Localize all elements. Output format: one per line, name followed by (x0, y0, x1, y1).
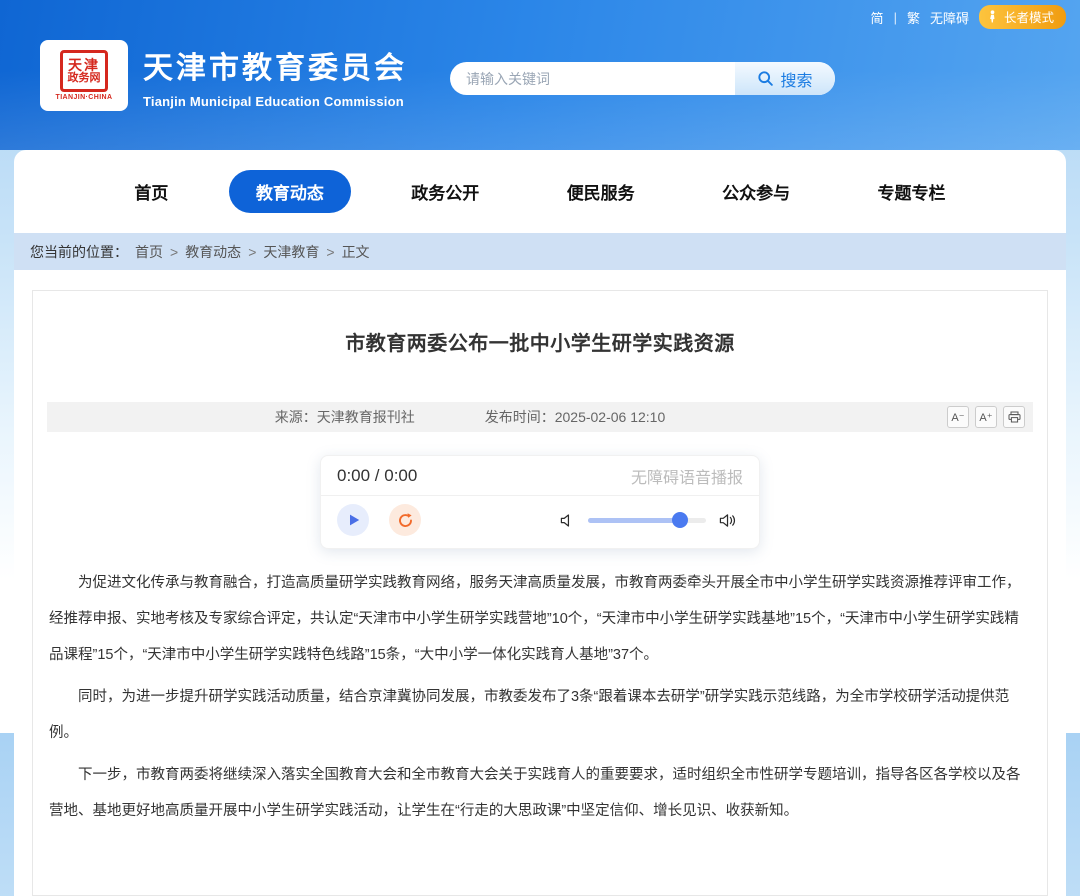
elder-mode-button[interactable]: 长者模式 (979, 5, 1066, 29)
search-button[interactable]: 搜索 (735, 62, 835, 95)
nav-item-public-participation[interactable]: 公众参与 (695, 170, 817, 213)
elder-person-icon (986, 10, 999, 23)
lang-simplified[interactable]: 简 (871, 8, 884, 27)
source-value: 天津教育报刊社 (317, 409, 415, 425)
logo-caption: TIANJIN·CHINA (56, 94, 113, 101)
player-controls (321, 495, 759, 548)
site-brand[interactable]: 天津 政务网 TIANJIN·CHINA 天津市教育委员会 Tianjin Mu… (40, 40, 407, 111)
breadcrumb-separator: > (248, 244, 256, 260)
breadcrumb-current: 正文 (342, 242, 370, 262)
search-bar: 搜索 (450, 62, 835, 95)
breadcrumb-home[interactable]: 首页 (135, 242, 163, 262)
nav-item-special-columns[interactable]: 专题专栏 (851, 170, 973, 213)
replay-icon (397, 512, 414, 529)
content-card: 首页 教育动态 政务公开 便民服务 公众参与 专题专栏 您当前的位置： 首页 >… (14, 150, 1066, 896)
elder-mode-label: 长者模式 (1004, 7, 1054, 26)
volume-down-icon[interactable] (560, 513, 575, 528)
publish-time-label: 发布时间： (485, 409, 555, 425)
volume-slider-fill (588, 518, 680, 523)
volume-slider-knob[interactable] (672, 512, 688, 528)
breadcrumb-label: 您当前的位置： (30, 242, 128, 262)
search-input[interactable] (450, 62, 735, 95)
nav-item-public-services[interactable]: 便民服务 (540, 170, 662, 213)
article-publish-time: 发布时间：2025-02-06 12:10 (485, 407, 666, 427)
main-nav: 首页 教育动态 政务公开 便民服务 公众参与 专题专栏 (14, 150, 1066, 233)
play-icon (347, 513, 361, 527)
player-caption: 无障碍语音播报 (631, 464, 743, 488)
article-area: 市教育两委公布一批中小学生研学实践资源 来源：天津教育报刊社 发布时间：2025… (14, 270, 1066, 896)
breadcrumb-tianjin-education[interactable]: 天津教育 (263, 242, 319, 262)
nav-item-home[interactable]: 首页 (107, 170, 195, 213)
seal-icon: 天津 政务网 (60, 50, 108, 92)
accessibility-link[interactable]: 无障碍 (930, 8, 969, 27)
breadcrumb: 您当前的位置： 首页 > 教育动态 > 天津教育 > 正文 (14, 233, 1066, 270)
player-header: 0:00 / 0:00 无障碍语音播报 (321, 456, 759, 495)
print-icon (1008, 411, 1021, 423)
article-meta-bar: 来源：天津教育报刊社 发布时间：2025-02-06 12:10 A⁻ A⁺ (47, 402, 1033, 432)
breadcrumb-separator: > (170, 244, 178, 260)
breadcrumb-separator: > (326, 244, 334, 260)
paragraph: 为促进文化传承与教育融合，打造高质量研学实践教育网络，服务天津高质量发展，市教育… (49, 565, 1031, 673)
font-increase-button[interactable]: A⁺ (975, 406, 997, 428)
site-header: 简 | 繁 无障碍 长者模式 天津 政务网 TIANJIN·CHINA 天津市教… (0, 0, 1080, 150)
volume-controls (560, 513, 737, 528)
nav-item-education-news[interactable]: 教育动态 (229, 170, 351, 213)
nav-item-gov-disclosure[interactable]: 政务公开 (384, 170, 506, 213)
font-decrease-button[interactable]: A⁻ (947, 406, 969, 428)
source-label: 来源： (275, 409, 317, 425)
article-body: 为促进文化传承与教育融合，打造高质量研学实践教育网络，服务天津高质量发展，市教育… (47, 565, 1033, 829)
paragraph: 同时，为进一步提升研学实践活动质量，结合京津冀协同发展，市教委发布了3条“跟着课… (49, 679, 1031, 751)
seal-text-top: 天津 (68, 58, 100, 73)
site-title: 天津市教育委员会 (143, 43, 407, 87)
replay-button[interactable] (389, 504, 421, 536)
volume-slider[interactable] (588, 518, 706, 523)
player-time: 0:00 / 0:00 (337, 466, 417, 486)
print-button[interactable] (1003, 406, 1025, 428)
site-logo: 天津 政务网 TIANJIN·CHINA (40, 40, 128, 111)
article-box: 市教育两委公布一批中小学生研学实践资源 来源：天津教育报刊社 发布时间：2025… (32, 290, 1048, 896)
article-tools: A⁻ A⁺ (947, 406, 1025, 428)
lang-divider: | (894, 10, 897, 25)
audio-player: 0:00 / 0:00 无障碍语音播报 (320, 455, 760, 549)
play-button[interactable] (337, 504, 369, 536)
volume-up-icon[interactable] (719, 513, 737, 528)
article-source: 来源：天津教育报刊社 (275, 407, 415, 427)
search-button-label: 搜索 (780, 67, 812, 91)
site-subtitle: Tianjin Municipal Education Commission (143, 94, 407, 109)
paragraph: 下一步，市教育两委将继续深入落实全国教育大会和全市教育大会关于实践育人的重要要求… (49, 757, 1031, 829)
search-icon (757, 70, 774, 87)
breadcrumb-education-news[interactable]: 教育动态 (185, 242, 241, 262)
article-title: 市教育两委公布一批中小学生研学实践资源 (47, 327, 1033, 356)
publish-time-value: 2025-02-06 12:10 (555, 409, 666, 425)
lang-traditional[interactable]: 繁 (907, 8, 920, 27)
seal-text-bottom: 政务网 (68, 73, 101, 85)
utility-bar: 简 | 繁 无障碍 长者模式 (871, 5, 1066, 29)
site-title-block: 天津市教育委员会 Tianjin Municipal Education Com… (143, 43, 407, 109)
